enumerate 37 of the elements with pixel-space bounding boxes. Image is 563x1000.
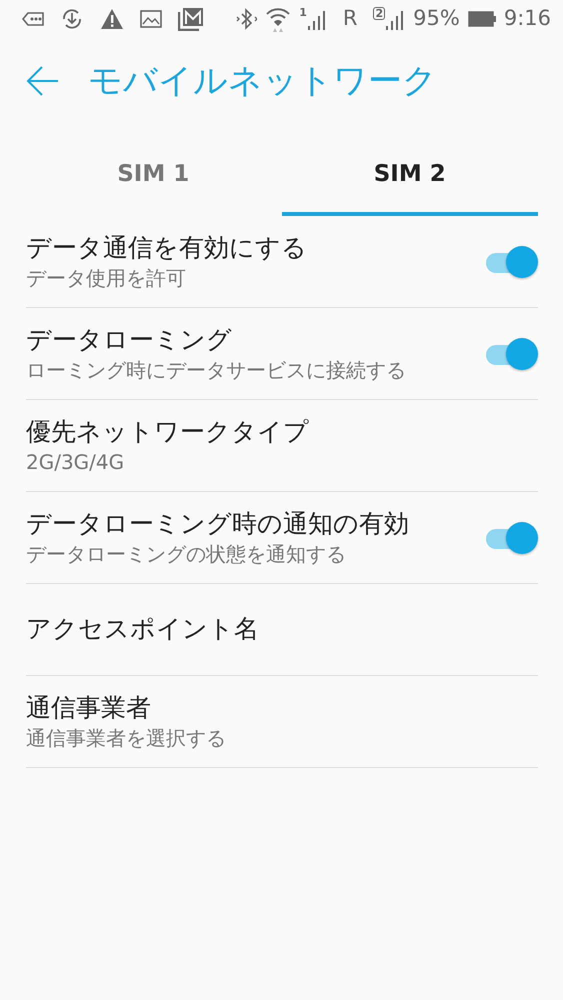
setting-title: 通信事業者 <box>26 692 152 724</box>
toggle-switch[interactable] <box>484 336 538 370</box>
sim-number: 2 <box>373 7 386 20</box>
wifi-icon <box>265 6 292 32</box>
warning-icon <box>100 8 124 30</box>
tag-icon <box>22 11 44 27</box>
setting-title: データローミング <box>26 324 233 356</box>
page-title: モバイルネットワーク <box>88 60 437 102</box>
clock: 9:16 <box>504 5 551 32</box>
setting-summary: ローミング時にデータサービスに接続する <box>26 356 407 383</box>
battery-icon <box>468 10 496 28</box>
setting-title: データ通信を有効にする <box>26 232 308 264</box>
setting-row[interactable]: 優先ネットワークタイプ 2G/3G/4G <box>26 400 538 492</box>
setting-row[interactable]: アクセスポイント名 <box>26 584 538 676</box>
setting-row[interactable]: データローミング時の通知の有効 データローミングの状態を通知する <box>26 492 538 584</box>
setting-summary: データローミングの状態を通知する <box>26 540 347 567</box>
setting-title: アクセスポイント名 <box>26 613 260 646</box>
sync-download-icon <box>60 7 84 31</box>
tab[interactable]: SIM 1 <box>25 124 282 216</box>
setting-summary: 2G/3G/4G <box>26 448 126 475</box>
toggle-switch[interactable] <box>484 520 538 554</box>
battery-percent: 95% <box>413 5 460 32</box>
mail-icon <box>178 7 204 31</box>
setting-title: 優先ネットワークタイプ <box>26 416 310 448</box>
setting-title: データローミング時の通知の有効 <box>26 508 410 540</box>
toggle-switch[interactable] <box>484 244 538 278</box>
roaming-indicator: R <box>342 5 358 32</box>
setting-summary: 通信事業者を選択する <box>26 724 227 751</box>
tab[interactable]: SIM 2 <box>282 124 538 216</box>
back-button[interactable] <box>26 64 60 98</box>
setting-row[interactable]: データローミング ローミング時にデータサービスに接続する <box>26 308 538 400</box>
setting-row[interactable]: 通信事業者 通信事業者を選択する <box>26 676 538 768</box>
sim-number: 1 <box>299 7 307 18</box>
setting-row[interactable]: データ通信を有効にする データ使用を許可 <box>26 216 538 308</box>
setting-summary: データ使用を許可 <box>26 264 187 291</box>
image-icon <box>140 10 162 28</box>
bluetooth-icon <box>235 7 258 31</box>
